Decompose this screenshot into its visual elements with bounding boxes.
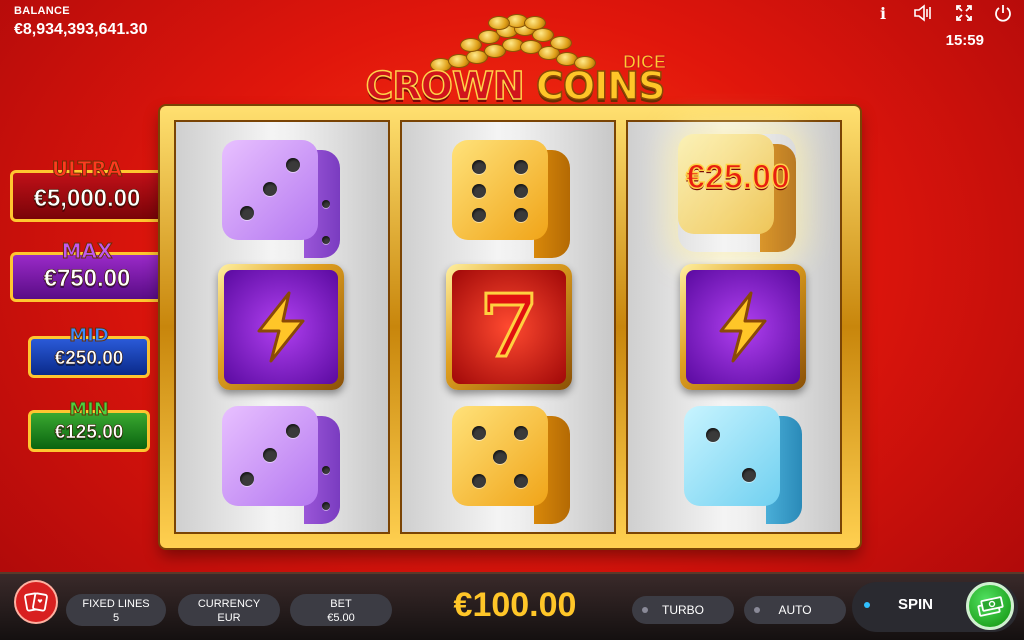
jackpot-ultra: ULTRA €5,000.00	[10, 157, 164, 222]
turbo-label: TURBO	[662, 603, 704, 617]
cash-stack-icon	[977, 596, 1004, 617]
currency-display: CURRENCY EUR	[178, 594, 280, 626]
logo-title: CROWN COINS	[360, 63, 670, 109]
info-icon[interactable]: i	[871, 4, 895, 24]
jackpot-min-title: MIN	[69, 399, 110, 421]
balance-value: €8,934,393,641.30	[14, 21, 148, 38]
reel-win-amount: €25.00	[685, 157, 791, 197]
reel-1	[174, 120, 390, 534]
lightning-bolt-icon	[680, 264, 806, 390]
fixed-lines-display: FIXED LINES 5	[66, 594, 166, 626]
jackpot-min-value: €125.00	[54, 422, 124, 444]
currency-value: EUR	[217, 612, 241, 624]
bet-label: BET	[330, 598, 352, 610]
bet-value: €5.00	[327, 612, 355, 624]
game-logo: DICE CROWN COINS	[360, 14, 670, 110]
jackpot-mid-title: MID	[69, 325, 110, 347]
cards-icon	[24, 592, 48, 612]
jackpot-max-value: €750.00	[43, 265, 131, 293]
jackpot-mid: MID €250.00	[28, 325, 150, 378]
fixed-lines-value: 5	[112, 612, 120, 624]
logo-word-coins: COINS	[535, 63, 666, 109]
bet-selector[interactable]: BET €5.00	[290, 594, 392, 626]
jackpot-max-title: MAX	[61, 239, 113, 264]
balance-label: BALANCE	[14, 5, 70, 17]
spin-label: SPIN	[898, 596, 934, 613]
jackpot-ultra-title: ULTRA	[51, 157, 123, 182]
seven-glyph: 7	[478, 276, 541, 377]
gold-dice-6-icon	[452, 140, 570, 258]
lightning-bolt-icon	[218, 264, 344, 390]
paytable-button[interactable]	[14, 580, 58, 624]
turbo-indicator	[642, 607, 648, 613]
reel-frame: 7 €25.00	[160, 106, 860, 548]
red-seven-icon: 7	[446, 264, 572, 390]
fullscreen-icon[interactable]	[952, 4, 976, 24]
turbo-toggle[interactable]: TURBO	[632, 596, 734, 624]
jackpot-min: MIN €125.00	[28, 399, 150, 452]
jackpot-mid-value: €250.00	[54, 348, 124, 370]
clock: 15:59	[945, 32, 984, 49]
auto-toggle[interactable]: AUTO	[744, 596, 846, 624]
gold-dice-5-icon	[452, 406, 570, 524]
cyan-dice-2-icon	[684, 406, 802, 524]
fixed-lines-label: FIXED LINES	[82, 598, 150, 610]
reel-2: 7	[400, 120, 616, 534]
auto-label: AUTO	[778, 603, 812, 617]
logo-word-crown: CROWN	[365, 63, 526, 109]
auto-indicator	[754, 607, 760, 613]
sound-icon[interactable]	[911, 4, 935, 24]
jackpot-ultra-value: €5,000.00	[33, 185, 141, 213]
reel-3: €25.00	[626, 120, 842, 534]
purple-dice-3-icon	[222, 406, 340, 524]
jackpot-max: MAX €750.00	[10, 239, 164, 302]
currency-label: CURRENCY	[197, 598, 261, 610]
spin-indicator	[864, 602, 870, 608]
power-icon[interactable]	[991, 4, 1015, 24]
total-bet-display: €100.00	[453, 586, 577, 624]
spin-button[interactable]	[966, 582, 1014, 630]
purple-dice-3-icon	[222, 140, 340, 258]
